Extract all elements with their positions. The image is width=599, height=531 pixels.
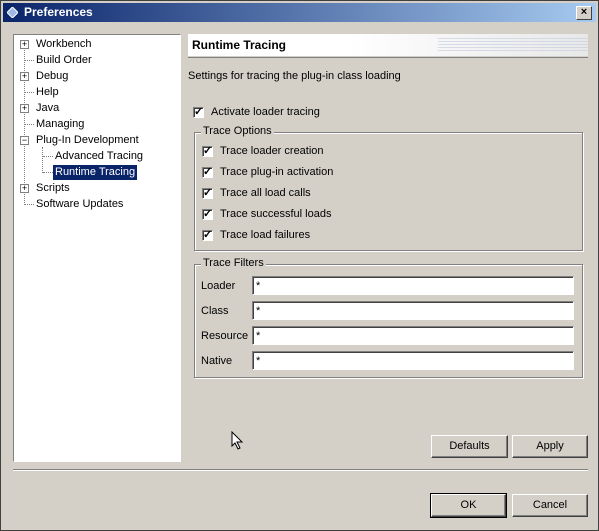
footer-separator xyxy=(13,469,588,471)
preferences-tree[interactable]: + Workbench Build Order + Debug Help + J… xyxy=(13,34,181,462)
trace-successful-loads-checkbox[interactable] xyxy=(202,207,213,220)
tree-connector xyxy=(25,124,34,125)
tree-item-label: Workbench xyxy=(36,38,92,50)
class-label: Class xyxy=(201,305,229,317)
tree-item-workbench[interactable]: + Workbench xyxy=(14,37,174,52)
defaults-button-label: Defaults xyxy=(449,440,490,452)
trace-options-group: Trace Options Trace loader creation Trac… xyxy=(194,125,583,251)
preferences-window: Preferences × + Workbench Build Order + … xyxy=(0,0,599,531)
class-filter-input[interactable] xyxy=(252,301,574,320)
close-button[interactable]: × xyxy=(576,6,592,20)
tree-connector xyxy=(25,92,34,93)
tree-item-label: Java xyxy=(36,102,60,114)
tree-connector xyxy=(43,172,53,173)
resource-label: Resource xyxy=(201,330,249,342)
trace-filters-group: Trace Filters Loader Class Resource Nati… xyxy=(194,257,583,378)
activate-loader-tracing-label[interactable]: Activate loader tracing xyxy=(211,106,320,118)
tree-item-advanced-tracing[interactable]: Advanced Tracing xyxy=(14,149,174,164)
page-description: Settings for tracing the plug-in class l… xyxy=(188,70,401,82)
tree-item-label: Scripts xyxy=(36,182,70,194)
resource-filter-input[interactable] xyxy=(252,326,574,345)
tree-item-software-updates[interactable]: Software Updates xyxy=(14,197,174,212)
trace-load-failures-checkbox[interactable] xyxy=(202,228,213,241)
tree-item-managing[interactable]: Managing xyxy=(14,117,174,132)
tree-item-help[interactable]: Help xyxy=(14,85,174,100)
tree-item-label: Software Updates xyxy=(36,198,124,210)
tree-item-label: Debug xyxy=(36,70,69,82)
page-title: Runtime Tracing xyxy=(192,38,287,52)
tree-item-java[interactable]: + Java xyxy=(14,101,174,116)
tree-item-build-order[interactable]: Build Order xyxy=(14,53,174,68)
header-divider xyxy=(188,57,588,58)
group-title: Trace Filters xyxy=(201,257,266,269)
group-title: Trace Options xyxy=(201,125,274,137)
native-filter-input[interactable] xyxy=(252,351,574,370)
apply-button[interactable]: Apply xyxy=(512,435,588,458)
tree-item-plugin-development[interactable]: − Plug-In Development xyxy=(14,133,174,148)
tree-connector xyxy=(43,156,53,157)
trace-successful-loads-label[interactable]: Trace successful loads xyxy=(220,208,331,220)
trace-all-load-calls-label[interactable]: Trace all load calls xyxy=(220,187,311,199)
trace-plugin-activation-label[interactable]: Trace plug-in activation xyxy=(220,166,333,178)
activate-loader-tracing-checkbox[interactable] xyxy=(193,105,204,118)
trace-loader-creation-checkbox[interactable] xyxy=(202,144,213,157)
expand-icon[interactable]: + xyxy=(20,104,29,113)
tree-item-label: Help xyxy=(36,86,59,98)
cancel-button[interactable]: Cancel xyxy=(512,494,588,517)
tree-item-label: Managing xyxy=(36,118,85,130)
trace-plugin-activation-checkbox[interactable] xyxy=(202,165,213,178)
cancel-button-label: Cancel xyxy=(532,499,568,511)
title-bar[interactable]: Preferences × xyxy=(3,3,596,22)
tree-item-label: Plug-In Development xyxy=(36,134,139,146)
app-diamond-icon xyxy=(7,7,18,18)
collapse-icon[interactable]: − xyxy=(20,136,29,145)
ok-button-label: OK xyxy=(460,499,477,511)
tree-item-scripts[interactable]: + Scripts xyxy=(14,181,174,196)
expand-icon[interactable]: + xyxy=(20,184,29,193)
loader-label: Loader xyxy=(201,280,236,292)
header-decoration xyxy=(438,38,588,52)
tree-item-debug[interactable]: + Debug xyxy=(14,69,174,84)
trace-loader-creation-label[interactable]: Trace loader creation xyxy=(220,145,324,157)
mouse-pointer-icon xyxy=(231,431,244,450)
window-title: Preferences xyxy=(24,5,93,19)
trace-load-failures-label[interactable]: Trace load failures xyxy=(220,229,310,241)
ok-button[interactable]: OK xyxy=(430,493,507,518)
defaults-button[interactable]: Defaults xyxy=(431,435,508,458)
close-icon: × xyxy=(580,6,588,18)
tree-connector xyxy=(25,204,34,205)
tree-item-label: Build Order xyxy=(36,54,92,66)
loader-filter-input[interactable] xyxy=(252,276,574,295)
expand-icon[interactable]: + xyxy=(20,72,29,81)
tree-item-label: Advanced Tracing xyxy=(55,150,144,162)
apply-button-label: Apply xyxy=(536,440,564,452)
tree-connector xyxy=(25,60,34,61)
page-header: Runtime Tracing xyxy=(188,34,588,56)
trace-all-load-calls-checkbox[interactable] xyxy=(202,186,213,199)
native-label: Native xyxy=(201,355,233,367)
tree-item-runtime-tracing[interactable]: Runtime Tracing xyxy=(14,165,174,180)
tree-item-label: Runtime Tracing xyxy=(53,165,138,180)
expand-icon[interactable]: + xyxy=(20,40,29,49)
